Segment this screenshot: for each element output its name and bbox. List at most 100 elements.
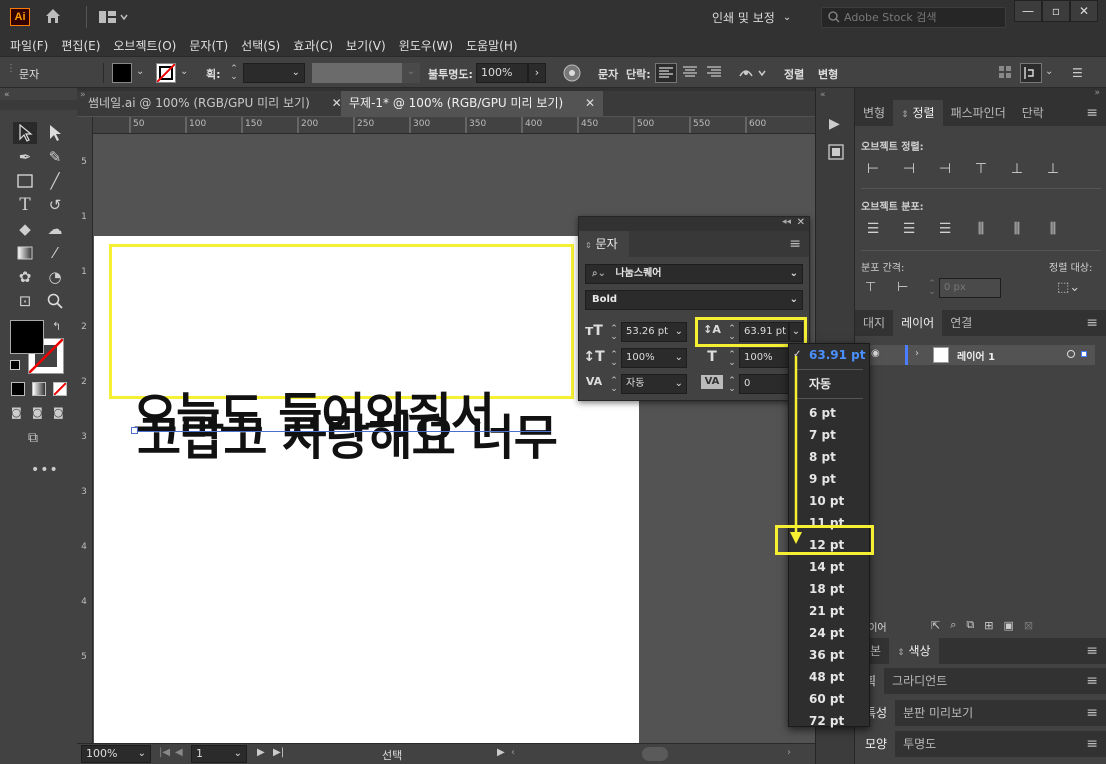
panel-menu-icon[interactable]: ≡ [1086,736,1098,752]
horizontal-scrollbar-thumb[interactable] [642,747,668,761]
panel-menu-icon[interactable]: ≡ [789,236,801,252]
fill-color-front[interactable] [10,320,44,354]
font-style-select[interactable]: Bold ⌄ [585,290,803,310]
layer-row[interactable]: ◉ › 레이어 1 [855,345,1095,365]
menu-view[interactable]: 보기(V) [346,37,386,54]
delete-layer-icon[interactable]: ⊠ [1024,619,1033,632]
distribute-left-icon[interactable]: ⫼ [963,218,999,240]
collapse-icon[interactable]: » [1094,88,1100,98]
align-left-icon[interactable]: ⊢ [855,158,891,180]
leading-option[interactable]: 72 pt [789,710,869,732]
stepper-icon[interactable]: ⌃ ⌄ [229,65,239,82]
draw-inside-icon[interactable]: ◙ [53,406,64,419]
distribute-right-icon[interactable]: ⫼ [1035,218,1071,240]
align-to-selection-icon[interactable]: ⬚⌄ [1057,280,1080,295]
close-icon[interactable]: ✕ [585,96,595,110]
recolor-artwork-icon[interactable] [562,63,582,86]
vertical-ruler[interactable]: 5 1 1 2 2 3 3 4 4 5 [77,117,93,743]
stepper-icon[interactable]: ⌃ ⌄ [927,280,937,297]
menu-help[interactable]: 도움말(H) [466,37,518,54]
tab-separations-preview[interactable]: 분판 미리보기 [895,700,981,726]
default-colors-icon[interactable] [10,360,20,370]
new-layer-icon[interactable]: ▣ [1003,619,1013,632]
stepper-icon[interactable]: ⌃ ⌄ [609,377,619,394]
tab-paragraph[interactable]: 단락 [1014,100,1052,126]
shape-builder-tool-icon[interactable]: ◔ [43,266,67,288]
draw-behind-icon[interactable]: ◙ [32,406,43,419]
layer-name[interactable]: 레이어 1 [957,348,995,363]
stroke-swatch[interactable] [156,63,176,83]
tab-layers[interactable]: 레이어 [893,310,943,336]
transform-link[interactable]: 변형 [818,66,838,82]
panel-menu-icon[interactable]: ≡ [1086,673,1098,689]
tab-align[interactable]: ⇕ 정렬 [893,100,943,126]
leading-option[interactable]: 18 pt [789,578,869,600]
none-mode-icon[interactable] [53,382,67,396]
align-top-icon[interactable]: ⊤ [963,158,999,180]
chevron-down-icon[interactable]: ⌄ [136,66,144,77]
maximize-button[interactable]: ▫ [1042,0,1070,22]
stepper-icon[interactable]: ⌃ ⌄ [727,325,737,342]
actions-play-icon[interactable]: ▶ [829,116,840,132]
chevron-down-icon[interactable]: ⌄ [789,322,803,342]
chevron-down-icon[interactable]: ⌄ [402,63,420,83]
leading-option[interactable]: 21 pt [789,600,869,622]
align-right-icon[interactable]: ⊣ [927,158,963,180]
stroke-weight-input[interactable]: ⌄ [243,63,305,83]
align-bottom-icon[interactable]: ⊥ [1035,158,1071,180]
layer-selected-icon[interactable] [1081,351,1087,357]
stepper-icon[interactable]: ⌃ ⌄ [727,377,737,394]
locate-object-icon[interactable]: ⌕ [950,618,956,632]
vertical-scale-input[interactable]: 100% ⌄ [621,348,687,368]
font-family-select[interactable]: ⌕⌄ 나눔스퀘어 ⌄ [585,264,803,284]
menu-file[interactable]: 파일(F) [10,37,48,54]
leading-option[interactable]: 14 pt [789,556,869,578]
warp-tool-icon[interactable]: ☁ [43,218,67,240]
arrange-icon[interactable] [1020,63,1042,83]
color-mode-icon[interactable] [11,382,25,396]
selection-tool-icon[interactable] [13,122,37,144]
artboard-tool-icon[interactable]: ⊡ [13,290,37,312]
new-sublayer-icon[interactable]: ⊞ [984,619,993,632]
symbol-sprayer-tool-icon[interactable]: ✿ [13,266,37,288]
tab-gradient[interactable]: 그라디언트 [884,668,955,694]
rectangle-tool-icon[interactable] [13,170,37,192]
align-hcenter-icon[interactable]: ⊣ [891,158,927,180]
layer-target-icon[interactable] [1067,350,1075,358]
leading-input[interactable]: 63.91 pt [739,322,789,342]
align-center-button[interactable] [680,63,702,83]
tracking-input[interactable]: 0 [739,374,789,394]
menu-select[interactable]: 선택(S) [241,37,280,54]
artboard-text-line2[interactable]: 고맙고 사랑해요 너무 [137,398,558,468]
direct-selection-tool-icon[interactable] [43,122,67,144]
distribute-top-icon[interactable]: ☰ [855,218,891,240]
fill-swatch[interactable] [112,63,132,83]
status-menu-icon[interactable]: ▶ [497,747,505,758]
rotate-tool-icon[interactable]: ↺ [43,194,67,216]
font-size-input[interactable]: 53.26 pt ⌄ [621,322,687,342]
screen-mode-icon[interactable]: ⧉ [28,430,38,446]
last-artboard-icon[interactable]: ▶| [273,747,284,758]
tab-appearance[interactable]: 모양 [855,731,896,757]
brush-definition-select[interactable] [312,63,402,83]
horizontal-scale-input[interactable]: 100% [739,348,789,368]
scroll-right-icon[interactable]: › [787,747,791,758]
visibility-eye-icon[interactable]: ◉ [871,348,880,359]
tab-pathfinder[interactable]: 패스파인더 [943,100,1014,126]
align-vcenter-icon[interactable]: ⊥ [999,158,1035,180]
edit-toolbar-icon[interactable]: ••• [31,462,59,478]
close-icon[interactable]: ✕ [797,217,805,228]
eraser-tool-icon[interactable]: ◆ [13,218,37,240]
tab-transparency[interactable]: 투명도 [895,731,944,757]
collapse-icon[interactable]: ◂◂ [782,217,791,227]
chevron-right-icon[interactable]: › [915,348,919,359]
tab-untitled-1[interactable]: 무제-1* @ 100% (RGB/GPU 미리 보기) ✕ [341,91,604,116]
vertical-distribute-space-icon[interactable]: ⊤ [865,280,876,295]
horizontal-distribute-space-icon[interactable]: ⊢ [897,280,908,295]
first-artboard-icon[interactable]: |◀ [159,747,170,758]
puppet-warp-icon[interactable] [737,64,767,85]
zoom-tool-icon[interactable] [43,290,67,312]
panel-menu-icon[interactable]: ≡ [1086,705,1098,721]
tab-thumbnail-ai[interactable]: 썸네일.ai @ 100% (RGB/GPU 미리 보기) ✕ [80,91,350,116]
panel-menu-icon[interactable]: ≡ [1086,105,1098,121]
